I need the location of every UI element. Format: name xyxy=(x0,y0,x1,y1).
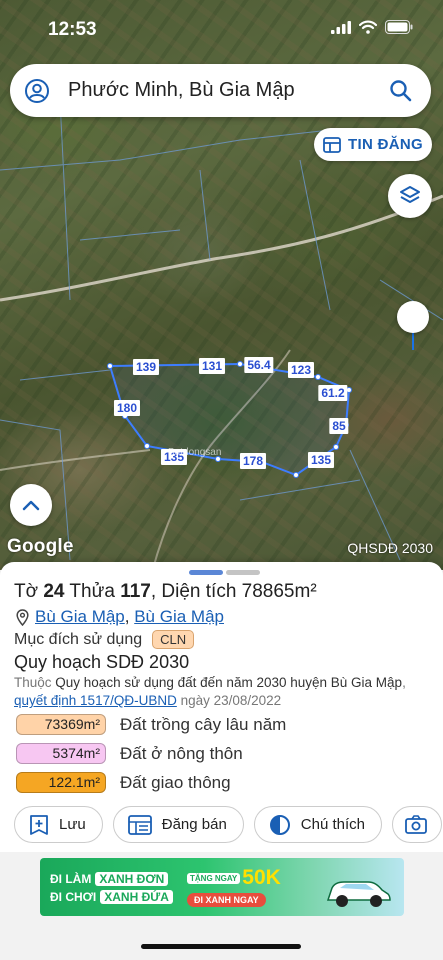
edge-length-label: 180 xyxy=(113,400,141,416)
edge-length-label: 56.4 xyxy=(244,357,274,373)
tin-dang-label: TIN ĐĂNG xyxy=(348,136,423,153)
edge-length-label: 139 xyxy=(132,359,160,375)
google-logo: Google xyxy=(7,536,74,557)
ad-tang: TẶNG NGAY xyxy=(187,872,241,884)
expand-button[interactable] xyxy=(10,484,52,526)
home-indicator[interactable] xyxy=(141,944,301,949)
edge-length-label: 135 xyxy=(307,452,335,468)
legend-button[interactable]: Chú thích xyxy=(253,806,383,843)
ad-cta[interactable]: ĐI XANH NGAY xyxy=(187,893,266,907)
sell-label: Đăng bán xyxy=(161,816,227,833)
area-chip: 122.1m² xyxy=(16,772,106,793)
parcel-title: Tờ 24 Thửa 117, Diện tích 78865m² xyxy=(14,581,317,603)
bookmark-add-icon xyxy=(30,814,48,835)
listing-icon xyxy=(127,814,152,835)
plan-desc-main: Quy hoạch sử dụng đất đến năm 2030 huyện… xyxy=(55,675,403,690)
location-link-province[interactable]: Bù Gia Mập xyxy=(134,607,224,626)
save-label: Lưu xyxy=(59,816,86,833)
map-layer-label: QHSDĐ 2030 xyxy=(347,540,433,556)
ad-line2-b: XANH ĐỨA xyxy=(100,890,173,904)
area-chip: 5374m² xyxy=(16,743,106,764)
title-to-prefix: Tờ xyxy=(14,581,44,602)
area-row: 5374m² Đất ở nông thôn xyxy=(16,743,243,764)
edge-length-label: 178 xyxy=(239,453,267,469)
sell-button[interactable]: Đăng bán xyxy=(112,806,244,843)
map-view[interactable]: 139 131 56.4 123 61.2 85 135 178 135 180… xyxy=(0,0,443,570)
land-purpose-row: Mục đích sử dụng CLN xyxy=(14,630,195,649)
legend-label: Chú thích xyxy=(300,816,366,833)
purpose-label: Mục đích sử dụng xyxy=(14,630,143,648)
location-link-district[interactable]: Bù Gia Mập xyxy=(35,607,125,626)
purpose-code-badge: CLN xyxy=(152,630,195,649)
edge-length-label: 123 xyxy=(287,362,315,378)
sheet-drag-handle[interactable] xyxy=(189,570,261,575)
plan-desc-prefix: Thuộc xyxy=(14,675,56,690)
status-icons xyxy=(331,20,413,34)
action-buttons: Lưu Đăng bán Chú thích xyxy=(14,806,443,843)
decision-link[interactable]: quyết định 1517/QĐ-UBND xyxy=(14,693,177,708)
battery-icon xyxy=(385,20,413,34)
search-icon[interactable] xyxy=(387,77,415,105)
profile-icon[interactable] xyxy=(24,78,50,104)
area-label: Đất giao thông xyxy=(120,772,231,792)
plan-description: Thuộc Quy hoạch sử dụng đất đến năm 2030… xyxy=(14,674,434,710)
layers-icon xyxy=(400,186,420,203)
location-row: Bù Gia Mập, Bù Gia Mập xyxy=(16,607,224,627)
title-thua-prefix: Thửa xyxy=(64,581,121,602)
location-separator: , xyxy=(124,607,135,626)
ad-line2-a: ĐI CHƠI xyxy=(50,890,97,904)
car-icon xyxy=(326,881,391,907)
signal-icon xyxy=(331,20,351,34)
ad-slogan: ĐI LÀM XANH ĐƠN ĐI CHƠI XANH ĐỨA xyxy=(50,870,173,906)
plan-desc-sep: , xyxy=(402,675,406,690)
contrast-icon xyxy=(269,814,290,835)
tin-dang-button[interactable]: TIN ĐĂNG xyxy=(314,128,432,161)
parcel-area: , Diện tích 78865m² xyxy=(150,581,317,602)
status-time: 12:53 xyxy=(48,19,97,40)
sheet-number: 24 xyxy=(43,581,65,602)
ad-line1-a: ĐI LÀM xyxy=(50,872,92,886)
listing-icon xyxy=(323,136,341,153)
plan-title: Quy hoạch SDĐ 2030 xyxy=(14,652,190,672)
edge-length-label: 61.2 xyxy=(318,385,348,401)
ad-line1-b: XANH ĐƠN xyxy=(95,872,169,886)
area-label: Đất trồng cây lâu năm xyxy=(120,714,287,734)
camera-button[interactable] xyxy=(392,806,443,843)
chevron-up-icon xyxy=(22,500,40,511)
area-row: 73369m² Đất trồng cây lâu năm xyxy=(16,714,286,735)
area-row: 122.1m² Đất giao thông xyxy=(16,772,231,793)
ad-offer: TẶNG NGAY 50K ĐI XANH NGAY xyxy=(187,866,281,908)
location-pin-icon xyxy=(16,608,29,626)
layers-button[interactable] xyxy=(388,174,432,218)
ad-banner[interactable]: ĐI LÀM XANH ĐƠN ĐI CHƠI XANH ĐỨA TẶNG NGAY… xyxy=(40,858,404,916)
status-bar: 12:53 xyxy=(0,0,443,58)
zoom-slider-handle[interactable] xyxy=(397,301,429,333)
edge-length-label: 131 xyxy=(198,358,226,374)
decision-date: ngày 23/08/2022 xyxy=(176,693,282,708)
area-chip: 73369m² xyxy=(16,714,106,735)
edge-length-label: 85 xyxy=(329,418,349,434)
wifi-icon xyxy=(359,20,377,34)
area-label: Đất ở nông thôn xyxy=(120,743,243,763)
search-bar[interactable]: Phước Minh, Bù Gia Mập xyxy=(10,64,431,117)
parcel-info-sheet: Tờ 24 Thửa 117, Diện tích 78865m² Bù Gia… xyxy=(0,562,443,852)
search-input[interactable]: Phước Minh, Bù Gia Mập xyxy=(68,79,387,102)
save-button[interactable]: Lưu xyxy=(14,806,103,843)
parcel-number: 117 xyxy=(120,581,151,602)
ad-amount: 50K xyxy=(242,866,281,889)
camera-icon xyxy=(405,814,427,834)
map-watermark: Batdongsan xyxy=(168,447,222,458)
